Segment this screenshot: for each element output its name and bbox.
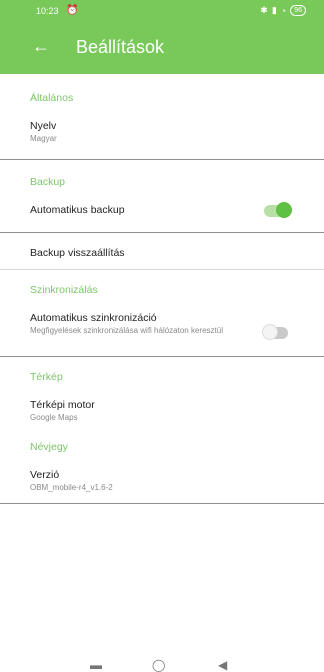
setting-backup-restore[interactable]: Backup visszaállítás [30,247,294,267]
setting-auto-sync-desc: Megfigyelések szinkronizálása wifi hálóz… [30,326,223,335]
section-general: Általános Nyelv Magyar [0,92,324,154]
app-bar: ← Beállítások [0,22,324,74]
divider [0,356,324,357]
section-sync: Szinkronizálás Automatikus szinkronizáci… [0,284,324,356]
setting-version-value: OBM_mobile-r4_v1.6-2 [30,483,113,492]
setting-language-value: Magyar [30,134,57,143]
back-icon[interactable]: ◀ [218,658,227,672]
setting-language-label: Nyelv [30,120,57,132]
setting-version-label: Verzió [30,469,60,481]
setting-map-engine[interactable]: Térképi motor Google Maps [30,399,294,433]
setting-backup-restore-label: Backup visszaállítás [30,247,125,259]
wifi-icon: ◔ [280,5,287,16]
home-icon[interactable]: ◯ [152,658,165,672]
section-backup: Backup Automatikus backup [0,176,324,224]
setting-map-engine-value: Google Maps [30,413,78,422]
section-title-map: Térkép [30,371,63,383]
section-title-about: Névjegy [30,441,68,453]
page-title: Beállítások [76,37,165,57]
setting-language[interactable]: Nyelv Magyar [30,120,294,154]
divider [0,232,324,233]
setting-map-engine-label: Térképi motor [30,399,95,411]
setting-auto-sync-label: Automatikus szinkronizáció [30,312,157,324]
toggle-knob [276,202,292,218]
status-time: 10:23 [36,6,59,16]
section-title-general: Általános [30,92,74,104]
battery-indicator: 96 [290,5,306,16]
bluetooth-icon: ✱ [260,5,268,15]
setting-auto-sync[interactable]: Automatikus szinkronizáció Megfigyelések… [30,312,294,356]
status-icons: ✱ ▮ ◔ 96 [260,5,306,16]
setting-auto-backup[interactable]: Automatikus backup [30,202,294,224]
section-title-backup: Backup [30,176,66,188]
signal-icon: ▮ [271,5,277,15]
section-title-sync: Szinkronizálás [30,284,98,296]
setting-version[interactable]: Verzió OBM_mobile-r4_v1.6-2 [30,469,294,499]
alarm-icon: ⏰ [66,5,79,16]
section-map: Térkép Térképi motor Google Maps [0,371,324,433]
arrow-left-icon[interactable]: ← [32,36,50,56]
recent-apps-icon[interactable]: ▬ [90,658,102,672]
divider [0,503,324,504]
divider [0,269,324,270]
divider [0,159,324,160]
status-bar: 10:23 ⏰ ✱ ▮ ◔ 96 [0,0,324,22]
section-backup-restore: Backup visszaállítás [0,247,324,267]
toggle-knob [262,324,278,340]
section-about: Névjegy Verzió OBM_mobile-r4_v1.6-2 [0,441,324,499]
auto-sync-toggle[interactable] [262,324,288,340]
auto-backup-toggle[interactable] [264,202,292,218]
settings-list: Általános Nyelv Magyar Backup Automatiku… [0,74,324,504]
system-nav-bar: ▬ ◯ ◀ [0,656,324,672]
setting-auto-backup-label: Automatikus backup [30,204,125,216]
